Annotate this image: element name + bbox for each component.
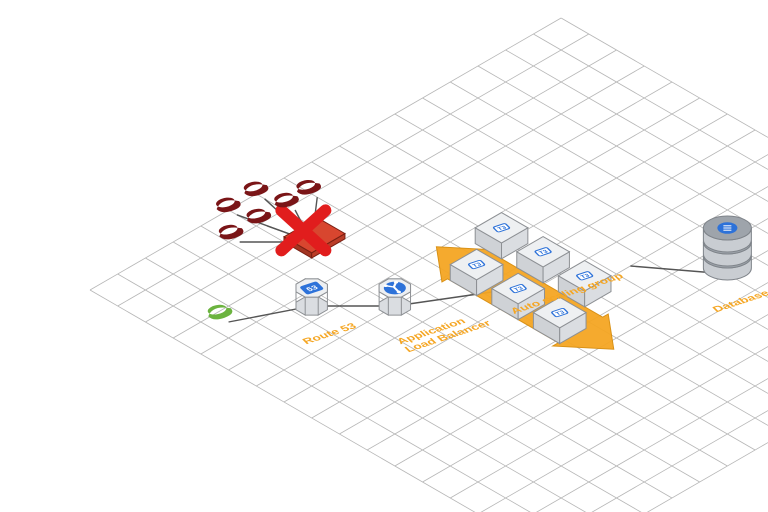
grid	[90, 18, 768, 512]
architecture-diagram: T3T3T3T3T3T353Route 53ApplicationLoad Ba…	[0, 0, 768, 512]
database	[703, 216, 751, 280]
